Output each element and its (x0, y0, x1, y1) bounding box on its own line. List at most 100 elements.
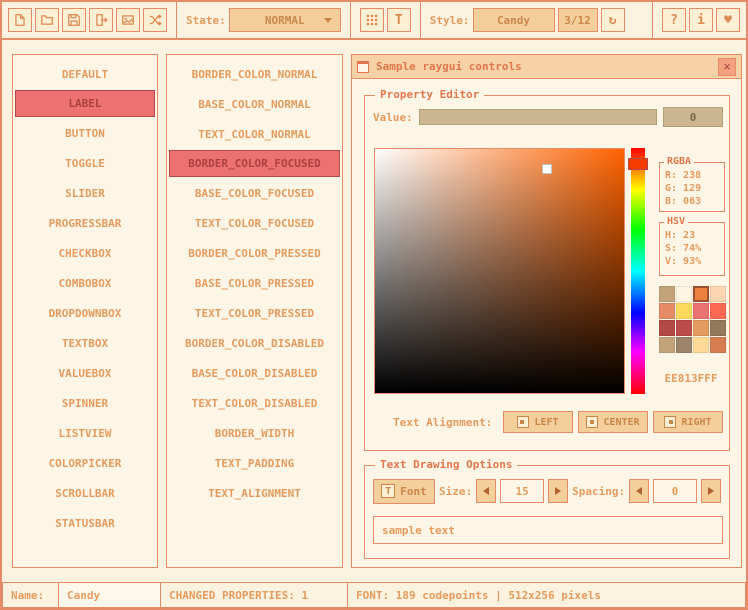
spacing-increase-button[interactable] (701, 479, 721, 503)
align-center-button[interactable]: CENTER (578, 411, 648, 433)
palette-swatch[interactable] (710, 320, 726, 336)
font-atlas-button[interactable] (360, 8, 384, 32)
list-item-text_color_disabled[interactable]: TEXT_COLOR_DISABLED (167, 388, 342, 418)
palette-swatch[interactable] (676, 337, 692, 353)
palette-swatch[interactable] (710, 303, 726, 319)
font-button[interactable]: T Font (373, 479, 435, 504)
list-item-border_color_pressed[interactable]: BORDER_COLOR_PRESSED (167, 238, 342, 268)
palette-swatch[interactable] (659, 337, 675, 353)
align-left-icon (517, 416, 529, 428)
palette-swatch[interactable] (693, 286, 709, 302)
text-drawing-options-group: Text Drawing Options T Font Size: 15 Spa… (364, 465, 730, 559)
palette-swatch[interactable] (676, 303, 692, 319)
palette-swatch[interactable] (693, 337, 709, 353)
list-item-scrollbar[interactable]: SCROLLBAR (13, 478, 157, 508)
list-item-toggle[interactable]: TOGGLE (13, 148, 157, 178)
font-t-icon: T (381, 484, 395, 498)
palette-swatch[interactable] (659, 303, 675, 319)
palette-swatch[interactable] (676, 286, 692, 302)
list-item-dropdownbox[interactable]: DROPDOWNBOX (13, 298, 157, 328)
hue-selector[interactable] (628, 158, 648, 170)
new-file-button[interactable] (8, 8, 32, 32)
list-item-border_color_focused[interactable]: BORDER_COLOR_FOCUSED (169, 150, 340, 177)
palette-swatch[interactable] (659, 320, 675, 336)
spacing-value-box[interactable]: 0 (653, 479, 697, 503)
list-item-text_padding[interactable]: TEXT_PADDING (167, 448, 342, 478)
state-label: State: (186, 14, 226, 27)
palette-swatch[interactable] (659, 286, 675, 302)
statusbar-name-label: Name: (2, 582, 59, 608)
spacing-label: Spacing: (572, 485, 625, 498)
list-item-label[interactable]: LABEL (15, 90, 155, 117)
sample-text-input[interactable]: sample text (373, 516, 723, 544)
list-item-border_color_normal[interactable]: BORDER_COLOR_NORMAL (167, 59, 342, 89)
list-item-spinner[interactable]: SPINNER (13, 388, 157, 418)
align-right-icon (664, 416, 676, 428)
align-right-button[interactable]: RIGHT (653, 411, 723, 433)
property-editor-group: Property Editor Value: 0 RGBA R: 238 G: … (364, 95, 730, 451)
list-item-checkbox[interactable]: CHECKBOX (13, 238, 157, 268)
align-left-button[interactable]: LEFT (503, 411, 573, 433)
spacing-decrease-button[interactable] (629, 479, 649, 503)
hex-value[interactable]: EE813FFF (655, 372, 727, 385)
list-item-text_color_normal[interactable]: TEXT_COLOR_NORMAL (167, 119, 342, 149)
hsv-h-value: H: 23 (665, 229, 724, 242)
reload-style-button[interactable]: ↻ (601, 8, 625, 32)
sponsor-button[interactable]: ♥ (716, 8, 740, 32)
rguistyler-app: State: NORMAL T Style: Candy 3/12 ↻ ? i … (0, 0, 748, 610)
close-button[interactable]: × (718, 58, 736, 76)
value-box[interactable]: 0 (663, 107, 723, 127)
open-file-button[interactable] (35, 8, 59, 32)
color-cursor[interactable] (542, 164, 552, 174)
text-edit-button[interactable]: T (387, 8, 411, 32)
list-item-border_color_disabled[interactable]: BORDER_COLOR_DISABLED (167, 328, 342, 358)
list-item-base_color_pressed[interactable]: BASE_COLOR_PRESSED (167, 268, 342, 298)
value-slider[interactable] (419, 109, 657, 125)
list-item-button[interactable]: BUTTON (13, 118, 157, 148)
list-item-progressbar[interactable]: PROGRESSBAR (13, 208, 157, 238)
list-item-base_color_normal[interactable]: BASE_COLOR_NORMAL (167, 89, 342, 119)
list-item-colorpicker[interactable]: COLORPICKER (13, 448, 157, 478)
palette-swatch[interactable] (693, 303, 709, 319)
list-item-valuebox[interactable]: VALUEBOX (13, 358, 157, 388)
list-item-default[interactable]: DEFAULT (13, 59, 157, 89)
size-value-box[interactable]: 15 (500, 479, 544, 503)
random-style-button[interactable] (143, 8, 167, 32)
palette-swatch[interactable] (710, 337, 726, 353)
window-titlebar[interactable]: Sample raygui controls × (352, 55, 741, 79)
hue-bar[interactable] (631, 148, 645, 394)
list-item-listview[interactable]: LISTVIEW (13, 418, 157, 448)
size-decrease-button[interactable] (476, 479, 496, 503)
list-item-text_color_focused[interactable]: TEXT_COLOR_FOCUSED (167, 208, 342, 238)
open-folder-icon (40, 13, 54, 27)
list-item-base_color_disabled[interactable]: BASE_COLOR_DISABLED (167, 358, 342, 388)
palette-swatch[interactable] (710, 286, 726, 302)
size-increase-button[interactable] (548, 479, 568, 503)
statusbar-name-value[interactable]: Candy (58, 582, 161, 608)
statusbar: Name: Candy CHANGED PROPERTIES: 1 FONT: … (2, 582, 746, 608)
list-item-slider[interactable]: SLIDER (13, 178, 157, 208)
info-button[interactable]: i (689, 8, 713, 32)
list-item-combobox[interactable]: COMBOBOX (13, 268, 157, 298)
chevron-down-icon (324, 18, 332, 23)
toolbar: State: NORMAL T Style: Candy 3/12 ↻ ? i … (2, 2, 746, 40)
save-file-button[interactable] (62, 8, 86, 32)
text-alignment-label: Text Alignment: (393, 416, 492, 429)
export-file-button[interactable] (89, 8, 113, 32)
style-name-box[interactable]: Candy (473, 8, 555, 32)
palette-swatch[interactable] (693, 320, 709, 336)
state-dropdown[interactable]: NORMAL (229, 8, 341, 32)
list-item-text_color_pressed[interactable]: TEXT_COLOR_PRESSED (167, 298, 342, 328)
image-icon (121, 13, 135, 27)
palette-swatch[interactable] (676, 320, 692, 336)
list-item-statusbar[interactable]: STATUSBAR (13, 508, 157, 538)
state-dropdown-value: NORMAL (265, 14, 305, 27)
color-panel[interactable] (374, 148, 625, 394)
list-item-textbox[interactable]: TEXTBOX (13, 328, 157, 358)
align-button-label: LEFT (534, 417, 558, 428)
list-item-text_alignment[interactable]: TEXT_ALIGNMENT (167, 478, 342, 508)
help-button[interactable]: ? (662, 8, 686, 32)
list-item-border_width[interactable]: BORDER_WIDTH (167, 418, 342, 448)
export-image-button[interactable] (116, 8, 140, 32)
list-item-base_color_focused[interactable]: BASE_COLOR_FOCUSED (167, 178, 342, 208)
